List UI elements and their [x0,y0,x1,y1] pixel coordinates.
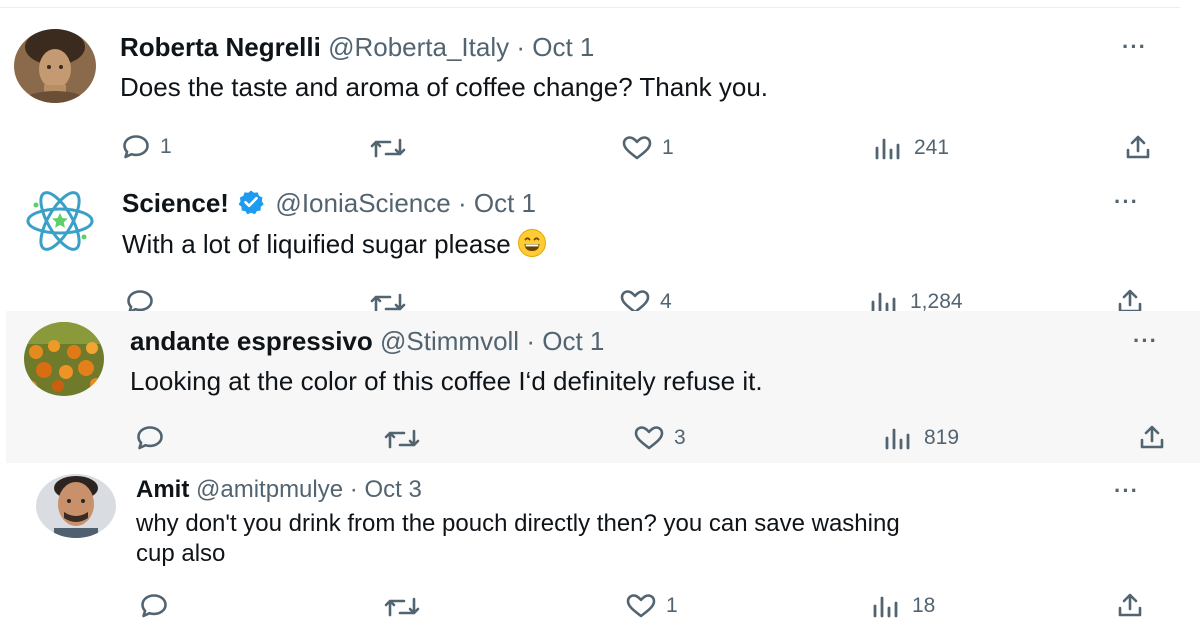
user-handle[interactable]: @Roberta_Italy [328,32,509,62]
heart-icon [620,289,650,311]
like-count: 1 [666,594,678,617]
retweet-icon [368,291,408,311]
tweet-text-line: why don't you drink from the pouch direc… [136,510,900,537]
reply-tweet[interactable]: Science! @IoniaScience · Oct 1 ··· With … [0,175,1200,311]
avatar[interactable] [24,322,104,396]
display-name[interactable]: andante espressivo [130,326,373,356]
tweet-date[interactable]: Oct 3 [364,476,421,503]
like-button[interactable]: 1 [626,593,678,619]
grinning-face-icon [517,228,547,265]
share-icon [1116,591,1144,619]
views-button[interactable]: 1,284 [870,290,963,311]
tweet-header: Roberta Negrelli @Roberta_Italy · Oct 1 [120,31,594,63]
tweet-date[interactable]: Oct 1 [474,188,536,218]
tweet-text: why don't you drink from the pouch direc… [136,509,900,569]
reply-button[interactable] [126,289,164,311]
views-button[interactable]: 18 [872,594,935,618]
user-handle[interactable]: @Stimmvoll [380,326,519,356]
views-count: 1,284 [910,290,963,311]
tweet-header: Science! @IoniaScience · Oct 1 [122,187,536,222]
heart-icon [622,135,652,161]
reply-icon [122,134,150,160]
like-count: 3 [674,426,686,449]
retweet-icon [382,595,422,619]
like-count: 4 [660,290,672,311]
separator-dot: · [516,32,526,62]
user-handle[interactable]: @amitpmulye [196,476,343,503]
like-count: 1 [662,136,674,159]
heart-icon [626,593,656,619]
reply-icon [140,593,168,619]
tweet-header: Amit @amitpmulye · Oct 3 [136,475,422,505]
more-options-icon[interactable]: ··· [1133,328,1158,354]
share-button[interactable] [1124,133,1152,161]
share-button[interactable] [1116,591,1144,619]
reply-button[interactable] [136,425,174,451]
views-icon [872,594,902,618]
share-icon [1116,287,1144,311]
more-options-icon[interactable]: ··· [1114,478,1139,504]
views-icon [884,426,914,450]
views-button[interactable]: 241 [874,136,949,160]
more-options-icon[interactable]: ··· [1114,189,1139,215]
verified-badge-icon [238,189,264,222]
reply-tweet[interactable]: andante espressivo @Stimmvoll · Oct 1 ··… [6,311,1200,463]
views-count: 241 [914,136,950,159]
reply-button[interactable] [140,593,178,619]
display-name[interactable]: Roberta Negrelli [120,32,321,62]
heart-icon [634,425,664,451]
reply-tweet[interactable]: Amit @amitpmulye · Oct 3 ··· why don't y… [12,463,1200,628]
retweet-icon [382,427,422,451]
tweet-text-content: With a lot of liquified sugar please [122,229,511,259]
share-button[interactable] [1116,287,1144,311]
like-button[interactable]: 1 [622,135,674,161]
display-name[interactable]: Amit [136,476,189,503]
retweet-button[interactable] [368,291,408,311]
avatar[interactable] [14,29,96,103]
separator-dot: · [526,326,535,356]
share-icon [1124,133,1152,161]
reply-icon [136,425,164,451]
more-options-icon[interactable]: ··· [1122,34,1147,60]
views-icon [870,290,900,311]
separator-dot: · [349,476,358,503]
share-button[interactable] [1138,423,1166,451]
tweet-text: Looking at the color of this coffee I‘d … [130,366,763,396]
display-name[interactable]: Science! [122,188,229,218]
avatar[interactable] [36,474,116,538]
separator-dot: · [457,188,467,218]
tweet-text: With a lot of liquified sugar please [122,228,547,265]
reply-tweet[interactable]: Roberta Negrelli @Roberta_Italy · Oct 1 … [0,0,1190,175]
retweet-button[interactable] [382,427,422,451]
avatar[interactable] [22,183,98,259]
tweet-text-line: cup also [136,540,226,567]
views-count: 18 [912,594,936,617]
reply-count: 1 [160,135,172,158]
views-count: 819 [924,426,960,449]
tweet-date[interactable]: Oct 1 [542,326,604,356]
reply-button[interactable]: 1 [122,134,172,160]
retweet-button[interactable] [368,136,408,160]
views-icon [874,136,904,160]
tweet-header: andante espressivo @Stimmvoll · Oct 1 [130,325,604,357]
like-button[interactable]: 4 [620,289,672,311]
like-button[interactable]: 3 [634,425,686,451]
views-button[interactable]: 819 [884,426,959,450]
reply-icon [126,289,154,311]
retweet-button[interactable] [382,595,422,619]
tweet-date[interactable]: Oct 1 [532,32,594,62]
retweet-icon [368,136,408,160]
share-icon [1138,423,1166,451]
user-handle[interactable]: @IoniaScience [275,188,450,218]
divider [0,7,1180,8]
tweet-text: Does the taste and aroma of coffee chang… [120,72,769,102]
